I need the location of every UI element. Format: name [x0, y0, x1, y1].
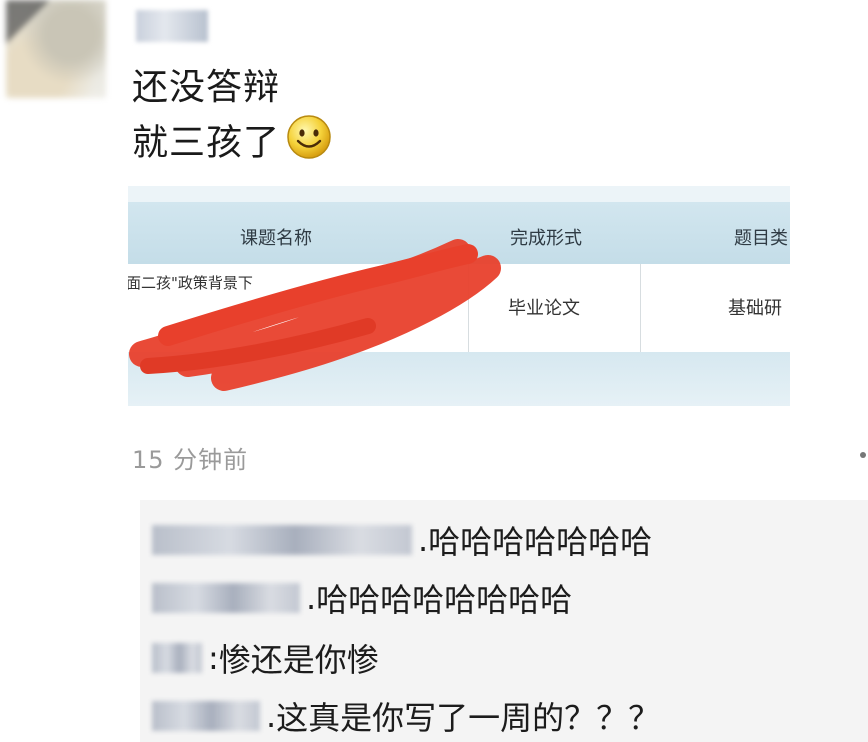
username-blurred[interactable] [136, 10, 208, 42]
comment-separator: : [208, 639, 219, 677]
commenter-name-blurred[interactable] [152, 643, 202, 673]
comment-item[interactable]: . 哈哈哈哈哈哈哈 [152, 514, 652, 566]
post-timestamp: 15 分钟前 [132, 446, 249, 474]
post-text: 还没答辩 就三孩了 [132, 62, 532, 175]
comment-text: 这真是你写了一周的？？？ [276, 699, 661, 737]
comment-separator: . [418, 521, 429, 559]
comment-item[interactable]: . 哈哈哈哈哈哈哈哈 [152, 572, 572, 624]
more-options-icon[interactable] [860, 452, 866, 458]
smiley-face-icon [286, 114, 332, 175]
comment-separator: . [306, 579, 317, 617]
table-screenshot-attachment[interactable]: 课题名称 完成形式 题目类 面二孩"政策背景下 毕业论文 基础研 [128, 186, 790, 406]
red-scribble-redaction [129, 239, 501, 391]
post-text-line-2: 就三孩了 [132, 114, 532, 175]
comment-item[interactable]: . 这真是你写了一周的？？？ [152, 690, 660, 742]
commenter-name-blurred[interactable] [152, 583, 300, 613]
comment-text: 哈哈哈哈哈哈哈 [428, 523, 653, 561]
comment-text: 惨还是你惨 [218, 641, 379, 679]
comment-item[interactable]: : 惨还是你惨 [152, 632, 379, 684]
post-text-line-1: 还没答辩 [132, 67, 281, 108]
commenter-name-blurred[interactable] [152, 525, 412, 555]
comment-separator: . [266, 697, 277, 735]
comment-text: 哈哈哈哈哈哈哈哈 [316, 581, 573, 619]
commenter-name-blurred[interactable] [152, 701, 260, 731]
avatar[interactable] [0, 0, 120, 110]
comments-section: . 哈哈哈哈哈哈哈 . 哈哈哈哈哈哈哈哈 : 惨还是你惨 . 这真是你写了一周的… [140, 500, 868, 742]
